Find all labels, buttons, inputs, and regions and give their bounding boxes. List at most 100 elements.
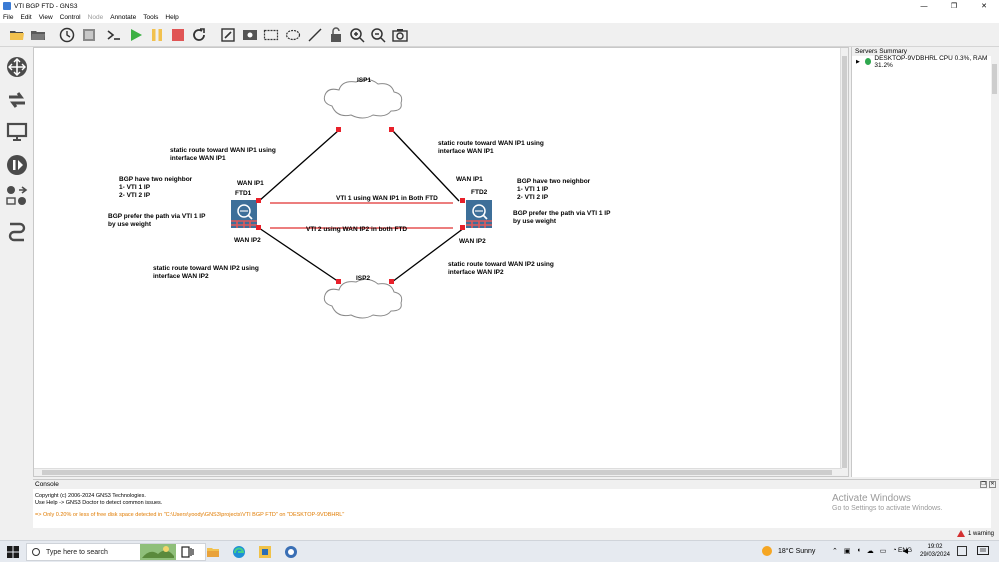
canvas-horizontal-scrollbar[interactable] (34, 468, 842, 476)
chat-icon[interactable] (957, 546, 967, 556)
zoom-in-icon[interactable] (348, 26, 366, 44)
switches-icon[interactable] (5, 88, 28, 111)
topology-drawing (231, 78, 492, 319)
minimize-button[interactable]: — (909, 0, 939, 12)
isp1-cloud-icon[interactable] (323, 78, 403, 119)
volume-icon[interactable]: ◖ (857, 547, 861, 555)
window-title: VTI BGP FTD - GNS3 (14, 2, 78, 10)
console-title: Console (35, 481, 59, 488)
routers-icon[interactable] (5, 55, 28, 78)
taskbar-clock[interactable]: 19:02 29/03/2024 (917, 543, 953, 559)
language-indicator[interactable]: ENG (898, 547, 912, 554)
task-view-icon[interactable] (180, 544, 196, 560)
tray-chevron-icon[interactable]: ⌃ (832, 547, 838, 555)
ftd2-firewall-icon[interactable] (466, 200, 492, 228)
isp2-label: ISP2 (356, 275, 371, 282)
security-devices-icon[interactable] (5, 153, 28, 176)
console-icon[interactable] (105, 26, 123, 44)
reload-icon[interactable] (190, 26, 208, 44)
play-icon[interactable] (127, 26, 145, 44)
notification-center-icon[interactable] (977, 546, 989, 556)
all-devices-icon[interactable] (5, 184, 28, 207)
port-isp2-left[interactable] (336, 279, 341, 284)
clock-time: 19:02 (927, 544, 943, 550)
port-ftd2-wan2[interactable] (460, 225, 465, 230)
network-app-icon[interactable] (283, 544, 299, 560)
edit-note-icon[interactable] (219, 26, 237, 44)
note-right-prefer: BGP prefer the path via VTI 1 IP by use … (513, 210, 611, 225)
warning-indicator[interactable]: 1 warning (956, 530, 994, 537)
pause-icon[interactable] (148, 26, 166, 44)
server-row[interactable]: ▶ DESKTOP-9VDBHRL CPU 0.3%, RAM 31.2% (852, 54, 999, 69)
ftd2-label: FTD2 (471, 189, 488, 196)
clock-date: 29/03/2024 (919, 552, 951, 558)
close-button[interactable]: ✕ (969, 0, 999, 12)
port-isp1-left[interactable] (336, 127, 341, 132)
add-link-icon[interactable] (5, 219, 28, 242)
open-folder-icon[interactable] (8, 26, 26, 44)
camera-tray-icon[interactable]: ▣ (844, 547, 851, 555)
zoom-out-icon[interactable] (369, 26, 387, 44)
topology-canvas[interactable]: ISP1 ISP2 FTD1 FTD2 WAN IP1 WAN IP2 WAN … (33, 47, 849, 477)
screenshot-icon[interactable] (391, 26, 409, 44)
rectangle-icon[interactable] (262, 26, 280, 44)
link-ftd1-isp2[interactable] (258, 227, 340, 283)
line-icon[interactable] (306, 26, 324, 44)
clock-icon[interactable] (58, 26, 76, 44)
ellipse-icon[interactable] (284, 26, 302, 44)
note-right-bgp: BGP have two neighbor 1- VTI 1 IP 2- VTI… (517, 178, 591, 201)
menu-control[interactable]: Control (60, 14, 81, 21)
server-entry: DESKTOP-9VDBHRL CPU 0.3%, RAM 31.2% (874, 54, 988, 69)
port-ftd1-wan2[interactable] (256, 225, 261, 230)
gns3-taskbar-icon[interactable] (257, 544, 273, 560)
menu-file[interactable]: File (3, 14, 13, 21)
weather-widget[interactable]: 18°C Sunny (762, 546, 815, 556)
image-icon[interactable] (241, 26, 259, 44)
expand-arrow-icon[interactable]: ▶ (856, 59, 860, 65)
console-float-button[interactable]: ❐ (980, 481, 987, 488)
menu-edit[interactable]: Edit (20, 14, 31, 21)
stop-icon[interactable] (169, 26, 187, 44)
warning-count: 1 warning (967, 530, 994, 537)
end-devices-icon[interactable] (5, 120, 28, 143)
console-controls: ❐ ✕ (980, 481, 996, 488)
cloud-tray-icon[interactable]: ☁ (867, 547, 874, 555)
taskbar-search-box[interactable]: Type here to search (26, 543, 206, 561)
maximize-button[interactable]: ❐ (939, 0, 969, 12)
link-isp1-ftd1[interactable] (258, 129, 340, 202)
port-isp2-right[interactable] (389, 279, 394, 284)
port-ftd1-wan1[interactable] (256, 198, 261, 203)
folder-icon[interactable] (29, 26, 47, 44)
isp2-cloud-icon[interactable] (323, 278, 403, 319)
menu-bar: File Edit View Control Node Annotate Too… (0, 12, 999, 23)
canvas-vertical-scrollbar[interactable] (840, 48, 848, 476)
battery-icon[interactable]: ▭ (880, 547, 887, 555)
menu-view[interactable]: View (39, 14, 53, 21)
port-isp1-right[interactable] (389, 127, 394, 132)
snapshot-icon[interactable] (80, 26, 98, 44)
windows-taskbar: Type here to search 18°C Sunny ⌃ ▣ ◖ ☁ ▭… (0, 540, 999, 562)
menu-help[interactable]: Help (165, 14, 178, 21)
vertical-scroll-thumb[interactable] (842, 56, 847, 468)
console-header: Console ❐ ✕ (33, 480, 999, 489)
console-scrollbar[interactable] (991, 489, 999, 529)
search-icon (32, 548, 40, 556)
menu-annotate[interactable]: Annotate (110, 14, 136, 21)
ftd1-firewall-icon[interactable] (231, 200, 257, 228)
node-palette (0, 47, 33, 479)
lock-icon[interactable] (327, 26, 345, 44)
wifi-icon[interactable]: ◔ (892, 547, 896, 555)
servers-scroll-thumb[interactable] (992, 64, 997, 94)
port-ftd2-wan1[interactable] (460, 198, 465, 203)
menu-tools[interactable]: Tools (143, 14, 158, 21)
vti2-label: VTI 2 using WAN IP2 in both FTD (306, 226, 408, 233)
ftd1-wan1-label: WAN IP1 (237, 180, 264, 187)
horizontal-scroll-thumb[interactable] (42, 470, 832, 475)
file-explorer-icon[interactable] (205, 544, 221, 560)
servers-scrollbar[interactable] (991, 56, 999, 477)
console-close-button[interactable]: ✕ (989, 481, 996, 488)
server-status-icon (864, 58, 872, 65)
edge-browser-icon[interactable] (231, 544, 247, 560)
windows-start-icon[interactable] (7, 546, 19, 558)
search-highlight-icon[interactable] (140, 544, 176, 560)
